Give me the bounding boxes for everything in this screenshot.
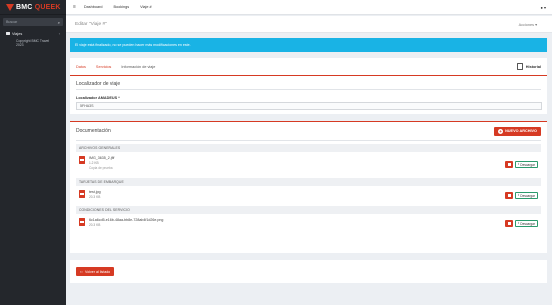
plus-icon: + <box>498 128 504 134</box>
localizador-title: Localizador de viaje <box>76 81 121 87</box>
download-label: Descargar <box>520 193 535 198</box>
download-button[interactable]: ⭳ Descargar <box>515 192 538 199</box>
tab-datos[interactable]: Datos <box>76 65 86 69</box>
menu-toggle-icon[interactable]: ≡ <box>73 4 76 10</box>
download-icon: ⭳ <box>518 192 520 197</box>
localizador-section: Localizador de viaje Localizador AMADEUS… <box>70 76 547 114</box>
download-button[interactable]: ⭳ Descargar <box>515 220 538 227</box>
page-header: Editar "Viaje #" Acciones ▾ <box>66 16 552 33</box>
trash-icon <box>507 222 511 225</box>
file-actions: ⭳ Descargar <box>505 220 538 227</box>
page-title: Editar "Viaje #" <box>75 21 107 27</box>
file-row: IMG_3635_2.jfif 1.2 KB Copia de prueba ⭳… <box>76 152 541 178</box>
file-row: test.jpg 20.3 KB ⭳ Descargar <box>76 186 541 206</box>
sidebar-item-label: Viajes <box>12 31 23 36</box>
tabs-bar: Datos Servicios Información de viaje His… <box>70 58 547 76</box>
sidebar: BMC QUEEK Buscar ⌕ Viajes ‹ Copyright BM… <box>0 0 66 305</box>
file-size: 1.2 KB <box>89 161 99 165</box>
download-icon: ⭳ <box>518 220 520 225</box>
file-meta: 6c1a6cd5-e16b-48aa-bb8e-728ab4f1d26e.png… <box>89 218 163 227</box>
actions-dropdown[interactable]: Acciones ▾ <box>519 22 537 27</box>
historial-label: Historial <box>525 64 541 69</box>
localizador-label: Localizador AMADEUS * <box>76 96 120 100</box>
new-file-label: NUEVO ARCHIVO <box>505 129 537 133</box>
tab-informacion-de-viaje[interactable]: Información de viaje <box>121 65 155 69</box>
nav-link-bookings[interactable]: Bookings <box>114 5 130 9</box>
file-meta: IMG_3635_2.jfif 1.2 KB Copia de prueba <box>89 156 114 170</box>
file-row: 6c1a6cd5-e16b-48aa-bb8e-728ab4f1d26e.png… <box>76 214 541 234</box>
divider <box>76 89 541 90</box>
file-size: 20.3 KB <box>89 195 101 199</box>
arrow-left-icon: ⇦ <box>80 269 84 274</box>
file-name[interactable]: IMG_3635_2.jfif <box>89 156 114 160</box>
new-file-button[interactable]: + NUEVO ARCHIVO <box>494 126 541 136</box>
group-header-tarjetas-de-embarque: TARJETAS DE EMBARQUE <box>76 178 541 186</box>
delete-file-button[interactable] <box>505 192 514 199</box>
trash-icon <box>507 163 511 166</box>
history-icon <box>516 63 523 70</box>
search-icon[interactable]: ⌕ <box>58 20 60 25</box>
delete-file-button[interactable] <box>505 220 514 227</box>
user-menu[interactable]: ● ▾ <box>540 5 546 10</box>
tab-servicios[interactable]: Servicios <box>96 65 111 69</box>
divider <box>76 140 541 141</box>
documentacion-header: Documentación + NUEVO ARCHIVO <box>76 122 541 140</box>
chevron-left-icon: ‹ <box>58 31 60 36</box>
brand-accent: QUEEK <box>34 3 61 11</box>
file-actions: ⭳ Descargar <box>505 161 538 168</box>
file-icon <box>79 190 85 198</box>
file-size: 20.3 KB <box>89 223 101 227</box>
user-icon: ● <box>540 4 543 10</box>
download-icon: ⭳ <box>518 161 520 166</box>
documentacion-title: Documentación <box>76 128 111 134</box>
nav-link-viaje[interactable]: Viaje # <box>140 5 152 9</box>
back-to-list-button[interactable]: ⇦ Volver al listado <box>76 267 115 276</box>
download-button[interactable]: ⭳ Descargar <box>515 161 538 168</box>
nav-link-dashboard[interactable]: Dashboard <box>84 5 103 9</box>
download-label: Descargar <box>520 162 535 167</box>
file-description: Copia de prueba <box>89 166 113 170</box>
group-header-condiciones-del-servicio: CONDICIONES DEL SERVICIO <box>76 206 541 214</box>
briefcase-icon <box>6 32 10 35</box>
copyright: Copyright BMC Travel 2023 <box>16 39 50 47</box>
file-name[interactable]: 6c1a6cd5-e16b-48aa-bb8e-728ab4f1d26e.png <box>89 218 163 222</box>
brand-logo[interactable]: BMC QUEEK <box>0 0 66 15</box>
localizador-input[interactable]: 5FHA3S <box>76 102 542 110</box>
brand-name: BMC QUEEK <box>16 4 61 11</box>
brand-prefix: BMC <box>16 3 35 11</box>
download-label: Descargar <box>520 221 535 226</box>
file-actions: ⭳ Descargar <box>505 192 538 199</box>
file-meta: test.jpg 20.3 KB <box>89 190 101 199</box>
top-navbar: ≡ Dashboard Bookings Viaje # ● ▾ <box>66 0 552 15</box>
logo-mark-icon <box>6 3 14 11</box>
sidebar-search-input[interactable]: Buscar ⌕ <box>3 18 63 26</box>
historial-button[interactable]: Historial <box>516 63 541 70</box>
file-name[interactable]: test.jpg <box>89 190 101 194</box>
back-label: Volver al listado <box>85 269 111 274</box>
file-icon <box>79 218 85 226</box>
footer-actions: ⇦ Volver al listado <box>70 260 547 283</box>
file-icon <box>79 156 85 164</box>
documentacion-section: Documentación + NUEVO ARCHIVO ARCHIVOS G… <box>70 121 547 253</box>
group-header-archivos-generales: ARCHIVOS GENERALES <box>76 144 541 152</box>
delete-file-button[interactable] <box>505 161 514 168</box>
info-alert: El viaje está finalizado, no se pueden h… <box>70 38 547 52</box>
sidebar-item-viajes[interactable]: Viajes ‹ <box>0 30 66 37</box>
sidebar-search-placeholder: Buscar <box>6 20 18 24</box>
trash-icon <box>507 194 511 197</box>
